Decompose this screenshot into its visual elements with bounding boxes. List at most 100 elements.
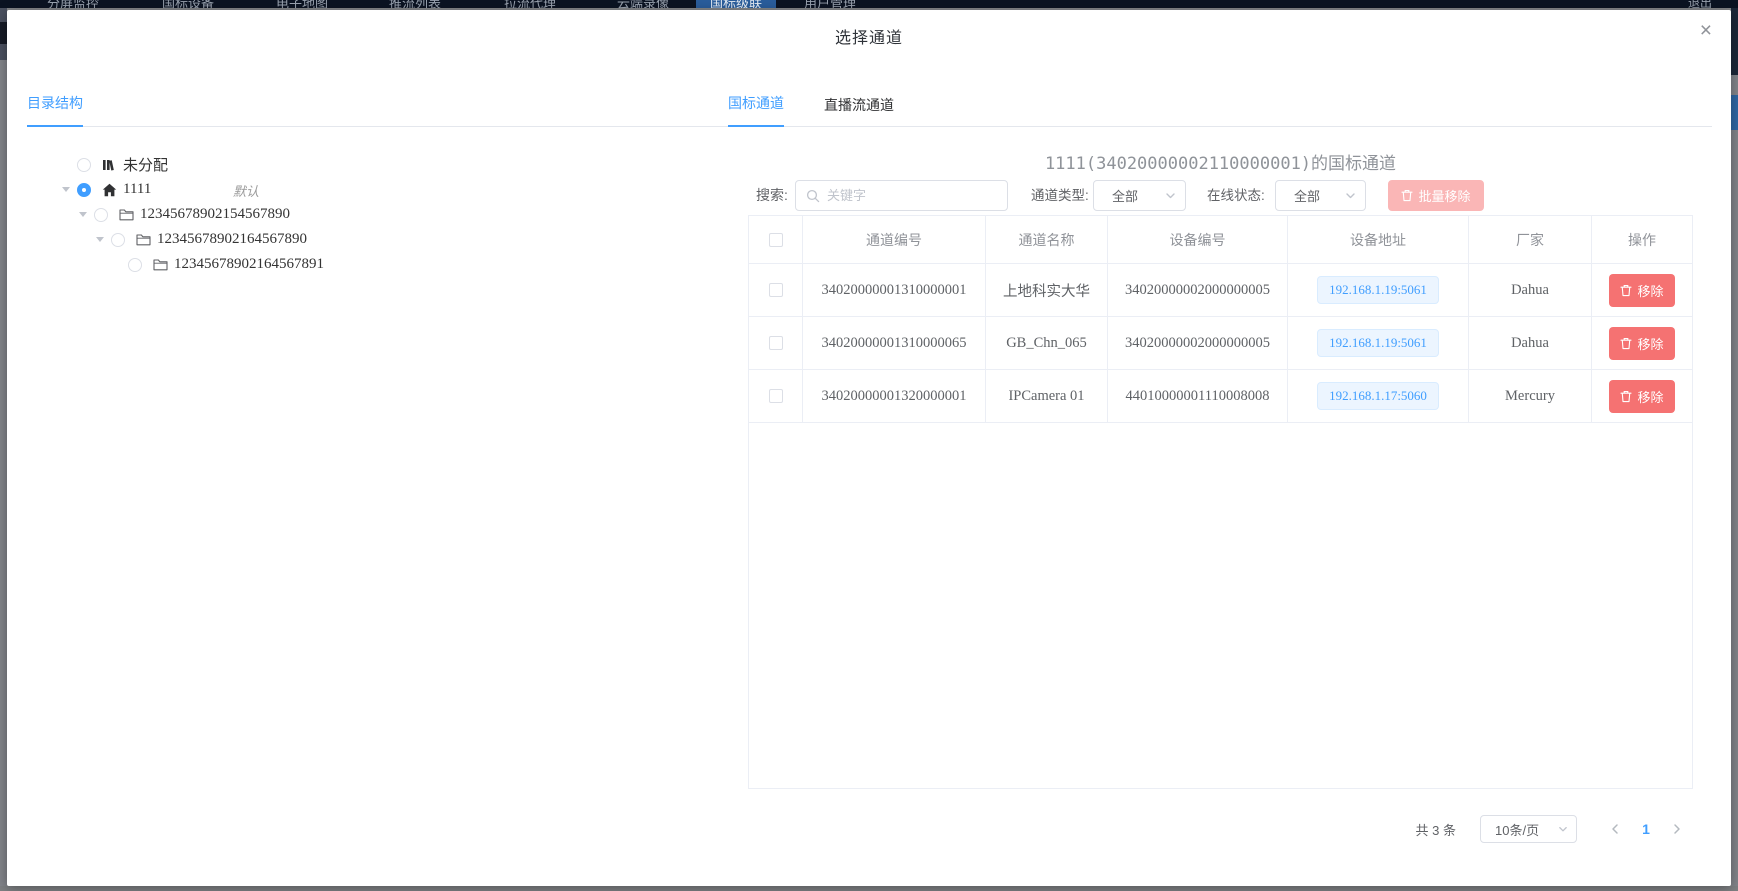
tree-node-radio[interactable] [77,158,91,172]
navbar-items: 分屏监控 国标设备 电子地图 推流列表 拉流代理 云端录像 国标级联 用户管理 [0,0,1738,8]
trash-icon [1620,337,1632,350]
cell-channel-name: GB_Chn_065 [986,317,1108,369]
dialog-title: 选择通道 [7,24,1731,48]
caret-down-icon[interactable] [79,212,87,217]
previous-page-button[interactable] [1599,815,1631,843]
table-row: 34020000001310000001 上地科实大华 340200000020… [749,263,1692,316]
remove-button[interactable]: 移除 [1609,380,1674,413]
batch-remove-button[interactable]: 批量移除 [1388,180,1484,211]
tree-node-label: 12345678902164567890 [157,231,307,248]
chevron-down-icon [1345,190,1356,201]
trash-icon [1620,390,1632,403]
search-input-wrapper [795,180,1008,211]
caret-down-icon[interactable] [96,237,104,242]
search-input[interactable] [827,188,997,203]
tree-node[interactable]: 12345678902164567891 [27,252,707,277]
unassigned-icon [101,157,117,173]
column-header-actions: 操作 [1592,216,1692,263]
table-empty-area [749,422,1692,788]
tab-live-stream-channels[interactable]: 直播流通道 [824,95,894,127]
search-icon [806,189,820,203]
tab-directory-structure[interactable]: 目录结构 [27,93,83,127]
navbar-menu-item: 云端录像 [603,0,683,8]
folder-icon [135,232,151,248]
device-address-tag: 192.168.1.19:5061 [1317,276,1439,304]
online-status-value: 全部 [1294,186,1320,205]
navbar-menu-item: 国标级联 [696,0,776,8]
tree-node-radio[interactable] [128,258,142,272]
next-page-button[interactable] [1661,815,1693,843]
navbar-menu-item: 推流列表 [375,0,455,8]
select-channel-dialog: 选择通道 × 目录结构 国标通道 直播流通道 未分配 1111 默认 [7,10,1731,886]
search-label: 搜索: [756,180,788,211]
device-address-tag: 192.168.1.19:5061 [1317,329,1439,357]
chevron-down-icon [1558,824,1568,834]
tree-node[interactable]: 12345678902164567890 [27,227,707,252]
close-icon[interactable]: × [1700,20,1712,41]
chevron-down-icon [1165,190,1176,201]
navbar-menu-item: 电子地图 [262,0,342,8]
channel-list-heading: 1111(34020000002110000001)的国标通道 [748,149,1693,174]
cell-vendor: Mercury [1469,370,1592,422]
column-header-device-address: 设备地址 [1288,216,1469,263]
navbar-menu-item: 分屏监控 [33,0,113,8]
select-all-checkbox[interactable] [769,233,783,247]
cell-vendor: Dahua [1469,264,1592,316]
page-size-value: 10条/页 [1495,820,1539,839]
backdrop-bottom-strip [0,886,1738,891]
page-number-1[interactable]: 1 [1631,821,1661,837]
tab-gb-channels[interactable]: 国标通道 [728,93,784,127]
remove-button[interactable]: 移除 [1609,274,1674,307]
column-header-vendor: 厂家 [1469,216,1592,263]
batch-remove-label: 批量移除 [1418,186,1470,205]
row-checkbox[interactable] [769,336,783,350]
pagination-total: 共 3 条 [1416,820,1456,839]
remove-button[interactable]: 移除 [1609,327,1674,360]
column-header-device-id: 设备编号 [1108,216,1288,263]
device-address-tag: 192.168.1.17:5060 [1317,382,1439,410]
navbar-menu-item: 拉流代理 [490,0,570,8]
navbar-menu-item: 用户管理 [790,0,870,8]
channel-type-label: 通道类型: [1031,180,1089,211]
online-status-select[interactable]: 全部 [1275,180,1366,211]
column-header-channel-name: 通道名称 [986,216,1108,263]
cell-channel-id: 34020000001310000001 [803,264,986,316]
row-checkbox[interactable] [769,283,783,297]
channel-type-select[interactable]: 全部 [1093,180,1186,211]
online-status-label: 在线状态: [1207,180,1265,211]
table-row: 34020000001310000065 GB_Chn_065 34020000… [749,316,1692,369]
cell-device-id: 34020000002000000005 [1108,317,1288,369]
top-navbar: 分屏监控 国标设备 电子地图 推流列表 拉流代理 云端录像 国标级联 用户管理 退出 [0,0,1738,8]
channel-table: 通道编号 通道名称 设备编号 设备地址 厂家 操作 34020000001310… [748,215,1693,789]
backdrop-right-strip [1731,8,1738,886]
trash-icon [1401,189,1413,202]
navbar-right-item: 退出 [1688,0,1712,8]
cell-device-id: 44010000001110008008 [1108,370,1288,422]
cell-channel-name: 上地科实大华 [986,264,1108,316]
table-row: 34020000001320000001 IPCamera 01 4401000… [749,369,1692,422]
backdrop-left-strip [0,8,7,886]
cell-channel-name: IPCamera 01 [986,370,1108,422]
page-size-select[interactable]: 10条/页 [1480,815,1577,843]
tree-node-label: 未分配 [123,154,168,175]
folder-icon [152,257,168,273]
cell-channel-id: 34020000001320000001 [803,370,986,422]
column-header-channel-id: 通道编号 [803,216,986,263]
row-checkbox[interactable] [769,389,783,403]
chevron-right-icon [1672,823,1682,835]
tree-node-label: 12345678902164567891 [174,256,324,273]
cell-vendor: Dahua [1469,317,1592,369]
cell-channel-id: 34020000001310000065 [803,317,986,369]
table-header-row: 通道编号 通道名称 设备编号 设备地址 厂家 操作 [749,216,1692,263]
navbar-menu-item: 国标设备 [148,0,228,8]
tab-bar: 目录结构 国标通道 直播流通道 [27,86,1712,127]
filter-toolbar: 搜索: 通道类型: 全部 在线状态: 全部 [7,180,1731,211]
tree-node[interactable]: 未分配 [27,152,707,177]
navbar-right-label: 退出 [1688,0,1712,8]
channel-type-value: 全部 [1112,186,1138,205]
chevron-left-icon [1610,823,1620,835]
trash-icon [1620,284,1632,297]
tree-node-radio[interactable] [111,233,125,247]
table-body: 34020000001310000001 上地科实大华 340200000020… [749,263,1692,422]
cell-device-id: 34020000002000000005 [1108,264,1288,316]
